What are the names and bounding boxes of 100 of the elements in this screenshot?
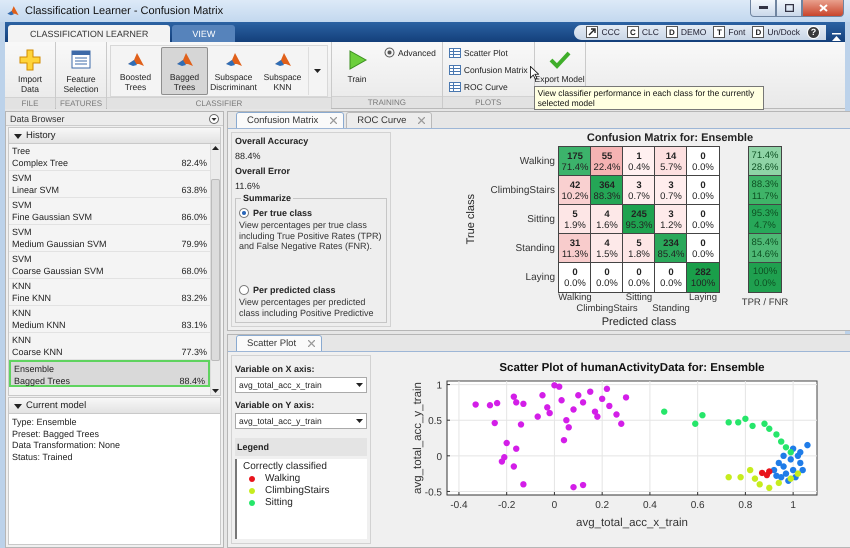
- ribbon-button[interactable]: Scatter Plot: [446, 45, 531, 61]
- history-header[interactable]: History: [8, 127, 221, 144]
- fnr-value: 4.7%: [754, 220, 776, 232]
- axis-label: avg_total_acc_x_train: [576, 517, 688, 529]
- radio-label[interactable]: Per predicted class: [253, 285, 336, 295]
- tick-label: -0.5: [424, 487, 442, 498]
- option-description: View percentages per predicted class including Positive Predictive: [239, 297, 375, 318]
- cell-percent: 0.0%: [692, 248, 714, 260]
- column-label: ClimbingStairs: [576, 303, 638, 316]
- cell-count: 3: [636, 180, 642, 190]
- cell-count: 0: [604, 266, 610, 278]
- tick-label: 1: [436, 380, 442, 392]
- classifier-button[interactable]: Subspace KNN: [259, 47, 306, 95]
- document-tab[interactable]: ROC Curve: [346, 112, 432, 128]
- tick-label: 0.2: [595, 500, 610, 511]
- group-label: TRAINING: [332, 96, 442, 108]
- y-variable-select[interactable]: avg_total_acc_y_train: [235, 413, 367, 429]
- group-title: Summarize: [241, 193, 294, 203]
- cell-count: 282: [695, 266, 711, 278]
- cell-count: 55: [602, 150, 612, 162]
- history-item[interactable]: Ensemble Bagged Trees 88.4%: [9, 360, 210, 387]
- ribbon-button[interactable]: Import Data: [8, 45, 52, 97]
- x-variable-select[interactable]: avg_total_acc_x_train: [235, 377, 367, 393]
- label-text: Overall Accuracy: [235, 136, 310, 146]
- letter-icon: D: [666, 26, 678, 38]
- ribbon-tab[interactable]: CLASSIFICATION LEARNER: [8, 25, 170, 42]
- cell-percent: 10.2%: [562, 190, 588, 202]
- cell-percent: 95.3%: [626, 220, 652, 230]
- legend-label: Sitting: [265, 497, 293, 509]
- field-label: Variable on X axis:: [235, 364, 316, 374]
- column-label: Laying: [689, 292, 717, 304]
- cell-percent: 71.4%: [562, 162, 588, 172]
- cell-count: 3: [668, 208, 674, 220]
- cell-count: 42: [570, 180, 580, 190]
- cell-count: 364: [599, 180, 615, 190]
- group-label: CLASSIFIER: [107, 97, 331, 109]
- cell-percent: 0.0%: [692, 220, 714, 230]
- axis-label: True class: [465, 194, 477, 245]
- classifier-button[interactable]: Boosted Trees: [112, 47, 159, 95]
- cell-count: 0: [572, 266, 578, 278]
- row-label: Sitting: [526, 214, 556, 225]
- classifier-button[interactable]: Subspace Discriminant: [210, 47, 257, 95]
- cell-percent: 0.7%: [660, 190, 682, 202]
- document-tab[interactable]: Scatter Plot: [236, 335, 322, 351]
- cell-percent: 1.9%: [564, 220, 586, 230]
- tick-label: 1: [790, 500, 796, 511]
- window-title: Classification Learner - Confusion Matrix: [25, 5, 224, 17]
- cell-count: 5: [572, 208, 578, 220]
- error-value: 11.6%: [235, 181, 261, 191]
- cell-count: 5: [636, 238, 642, 248]
- cell-count: 0: [700, 150, 706, 162]
- accuracy-value: 88.4%: [235, 151, 262, 161]
- quick-access-button[interactable]: D Un/Dock: [752, 26, 800, 38]
- column-label: TPR / FNR: [742, 297, 788, 310]
- group-label: PLOTS: [442, 96, 534, 108]
- group-label: FILE: [5, 97, 55, 109]
- cell-count: 0: [700, 208, 706, 220]
- row-label: ClimbingStairs: [490, 185, 556, 196]
- row-label: Walking: [518, 156, 556, 167]
- ribbon-button[interactable]: Advanced: [381, 45, 439, 60]
- document-tab[interactable]: Confusion Matrix: [236, 112, 344, 128]
- fnr-value: 28.6%: [752, 162, 778, 174]
- quick-access-button[interactable]: D DEMO: [666, 26, 706, 38]
- quick-access-button[interactable]: CCC: [586, 26, 620, 38]
- legend-label: ClimbingStairs: [265, 485, 330, 497]
- tpr-value: 95.3%: [752, 208, 778, 220]
- tick-label: 0: [436, 452, 442, 463]
- cell-percent: 1.6%: [596, 220, 618, 230]
- chart-title: Confusion Matrix for: Ensemble: [586, 132, 754, 146]
- quick-access-button[interactable]: C CLC: [626, 26, 659, 38]
- cell-percent: 0.0%: [692, 162, 714, 172]
- cell-count: 0: [700, 238, 706, 248]
- row-label: Standing: [514, 243, 556, 254]
- letter-icon: D: [752, 26, 764, 38]
- ribbon-button[interactable]: Feature Selection: [59, 45, 103, 97]
- cell-percent: 0.4%: [628, 162, 650, 172]
- cell-percent: 22.4%: [594, 162, 620, 172]
- classifier-button[interactable]: Bagged Trees: [161, 47, 208, 95]
- ribbon-button[interactable]: Train: [335, 45, 379, 87]
- cell-count: 4: [604, 238, 610, 248]
- cell-percent: 0.0%: [564, 278, 586, 288]
- model-detail: Data Transformation: None: [12, 440, 122, 452]
- current-model-header[interactable]: Current model: [8, 397, 221, 414]
- help-button[interactable]: ?: [807, 26, 820, 38]
- cell-percent: 85.4%: [658, 248, 684, 260]
- cell-percent: 0.0%: [596, 278, 618, 288]
- cell-percent: 0.7%: [628, 190, 650, 202]
- cell-count: 175: [567, 150, 583, 162]
- row-label: Laying: [524, 272, 556, 283]
- fnr-value: 14.6%: [752, 248, 778, 260]
- tick-label: 0.8: [738, 500, 752, 511]
- model-detail: Type: Ensemble: [12, 417, 78, 428]
- ribbon-button[interactable]: Confusion Matrix: [446, 62, 531, 78]
- group-label: FEATURES: [56, 97, 106, 109]
- radio-label[interactable]: Per true class: [253, 208, 312, 218]
- quick-access-button[interactable]: T Font: [713, 26, 746, 38]
- ribbon-tab[interactable]: VIEW: [172, 25, 236, 42]
- letter-icon: T: [713, 26, 726, 38]
- axis-label: avg_total_acc_y_train: [412, 382, 424, 494]
- cell-percent: 1.8%: [628, 248, 650, 260]
